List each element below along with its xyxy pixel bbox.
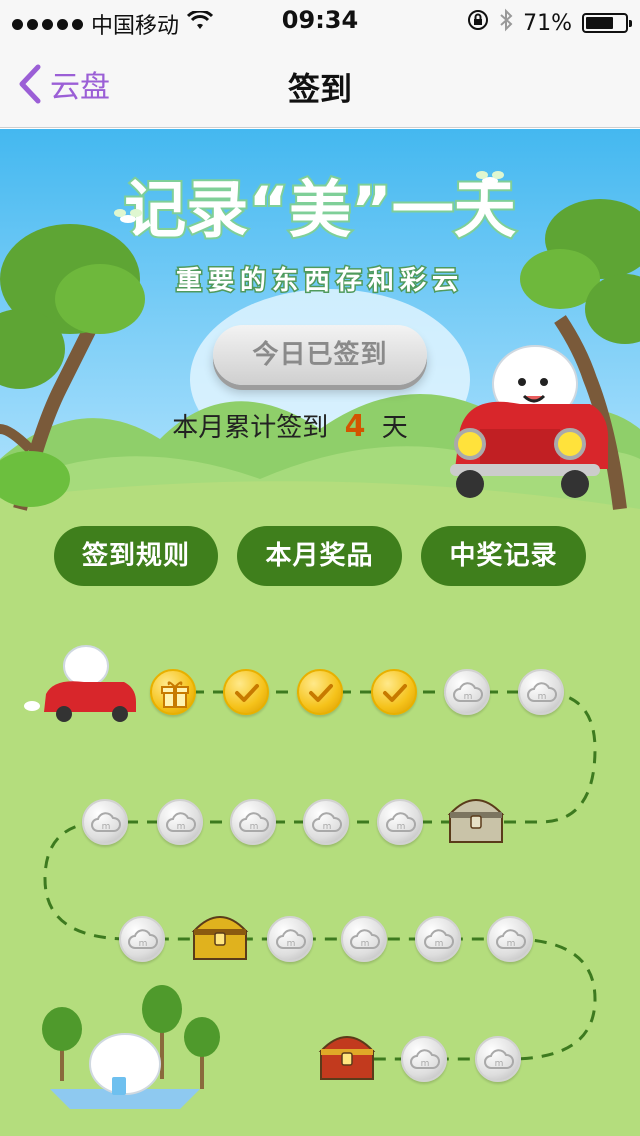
car-mascot-illustration xyxy=(450,345,609,498)
checked-day-coin[interactable] xyxy=(297,669,343,715)
svg-text:m: m xyxy=(421,1059,430,1069)
tab-winning-records[interactable]: 中奖记录 xyxy=(421,526,586,586)
red-chest-icon[interactable] xyxy=(315,1027,379,1089)
pending-day-coin[interactable]: m xyxy=(475,1036,521,1082)
checked-day-coin[interactable] xyxy=(223,669,269,715)
svg-text:m: m xyxy=(538,692,547,702)
pending-day-coin[interactable]: m xyxy=(341,916,387,962)
page-title: 签到 xyxy=(287,70,352,108)
gift-coin[interactable] xyxy=(150,669,196,715)
banner-headline-art: 记录“美”一天 重要的东西存和彩云 xyxy=(114,171,518,298)
svg-text:m: m xyxy=(397,822,406,832)
svg-text:m: m xyxy=(323,822,332,832)
battery-level xyxy=(586,17,613,29)
svg-text:m: m xyxy=(507,939,516,949)
gold-chest-icon[interactable] xyxy=(188,907,252,969)
svg-text:m: m xyxy=(139,939,148,949)
battery-icon xyxy=(582,13,632,33)
pending-day-coin[interactable]: m xyxy=(415,916,461,962)
pending-day-coin[interactable]: m xyxy=(487,916,533,962)
pending-day-coin[interactable]: m xyxy=(119,916,165,962)
signed-today-button[interactable]: 今日已签到 xyxy=(213,325,427,385)
svg-text:m: m xyxy=(361,939,370,949)
svg-text:m: m xyxy=(177,822,186,832)
svg-text:m: m xyxy=(495,1059,504,1069)
banner-headline: 记录“美”一天 xyxy=(124,173,516,246)
svg-text:m: m xyxy=(464,692,473,702)
checkin-scene: 记录“美”一天 重要的东西存和彩云 今日已签到 本月累计签到 4 天 签到规则 … xyxy=(0,129,640,1136)
orientation-lock-icon xyxy=(467,9,489,37)
picnic-illustration xyxy=(42,985,220,1109)
tab-monthly-prizes[interactable]: 本月奖品 xyxy=(237,526,402,586)
battery-percent: 71% xyxy=(523,10,572,36)
pending-day-coin[interactable]: m xyxy=(303,799,349,845)
pending-day-coin[interactable]: m xyxy=(82,799,128,845)
pending-day-coin[interactable]: m xyxy=(401,1036,447,1082)
svg-text:m: m xyxy=(250,822,259,832)
summary-prefix: 本月累计签到 xyxy=(172,413,329,443)
status-right: 71% xyxy=(467,8,632,38)
summary-suffix: 天 xyxy=(381,413,408,443)
navigation-bar: 云盘 签到 xyxy=(0,40,640,128)
summary-days: 4 xyxy=(344,409,366,444)
banner-subtitle: 重要的东西存和彩云 xyxy=(176,265,464,296)
silver-chest-icon[interactable] xyxy=(444,790,508,852)
tab-checkin-rules[interactable]: 签到规则 xyxy=(54,526,218,586)
pending-day-coin[interactable]: m xyxy=(377,799,423,845)
pending-day-coin[interactable]: m xyxy=(444,669,490,715)
pending-day-coin[interactable]: m xyxy=(157,799,203,845)
pending-day-coin[interactable]: m xyxy=(267,916,313,962)
checked-day-coin[interactable] xyxy=(371,669,417,715)
start-car-icon xyxy=(24,645,136,722)
svg-text:m: m xyxy=(287,939,296,949)
bluetooth-icon xyxy=(499,8,513,38)
svg-text:m: m xyxy=(102,822,111,832)
status-bar: 中国移动 09:34 71% xyxy=(0,0,640,40)
pending-day-coin[interactable]: m xyxy=(518,669,564,715)
pending-day-coin[interactable]: m xyxy=(230,799,276,845)
svg-text:m: m xyxy=(435,939,444,949)
